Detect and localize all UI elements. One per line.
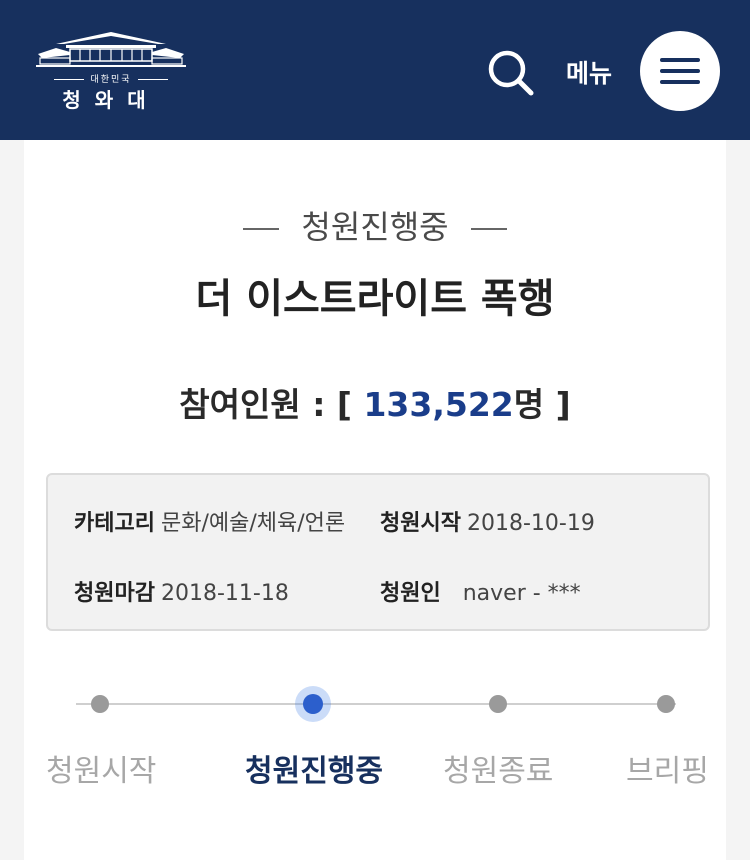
progress-dot-ended [489,695,507,713]
hamburger-icon-line [660,80,700,84]
petition-card: 청원진행중 더 이스트라이트 폭행 참여인원 : [ 133,522명 ] 카테… [24,140,726,860]
info-petitioner-value: naver - *** [462,581,581,606]
info-petitioner: 청원인 naver - *** [380,575,581,607]
step-label-briefing: 브리핑 [626,754,709,789]
info-start-label: 청원시작 [380,511,461,536]
petition-status-text: 청원진행중 [301,208,449,246]
search-icon [488,50,534,96]
progress-dot-briefing [657,695,675,713]
info-category-value: 문화/예술/체육/언론 [160,511,346,536]
search-button[interactable] [486,48,536,98]
step-label-start: 청원시작 [46,754,157,789]
divider [243,228,280,230]
participants-unit: 명 ] [513,385,571,424]
step-label-ended: 청원종료 [443,754,554,789]
info-end-label: 청원마감 [74,581,155,606]
hamburger-icon-line [660,58,700,62]
info-start-value: 2018-10-19 [466,511,595,536]
info-end: 청원마감 2018-11-18 [74,575,289,607]
petition-status: 청원진행중 [24,202,726,248]
info-category: 카테고리 문화/예술/체육/언론 [74,505,345,537]
divider [470,228,507,230]
menu-button[interactable] [640,31,720,111]
petition-info-box: 카테고리 문화/예술/체육/언론 청원시작 2018-10-19 청원마감 2018-… [46,473,710,631]
site-header: 대한민국 청와대 메뉴 [0,0,750,140]
progress-dot-start [91,695,109,713]
participants-number: 133,522 [363,385,514,424]
progress-dot-ongoing [303,694,323,714]
hamburger-icon-line [660,69,700,73]
participants-count: 참여인원 : [ 133,522명 ] [24,378,726,426]
participants-label: 참여인원 : [ [179,385,352,424]
step-label-ongoing: 청원진행중 [245,754,383,789]
site-logo[interactable]: 대한민국 청와대 [36,30,186,112]
info-end-value: 2018-11-18 [160,581,289,606]
petition-title: 더 이스트라이트 폭행 [195,276,555,322]
info-petitioner-label: 청원인 [380,581,441,606]
progress-track [76,703,676,705]
menu-label[interactable]: 메뉴 [566,54,612,90]
info-start: 청원시작 2018-10-19 [380,505,595,537]
blue-house-icon [36,32,186,67]
info-category-label: 카테고리 [74,511,155,536]
logo-title: 청와대 [62,88,160,112]
